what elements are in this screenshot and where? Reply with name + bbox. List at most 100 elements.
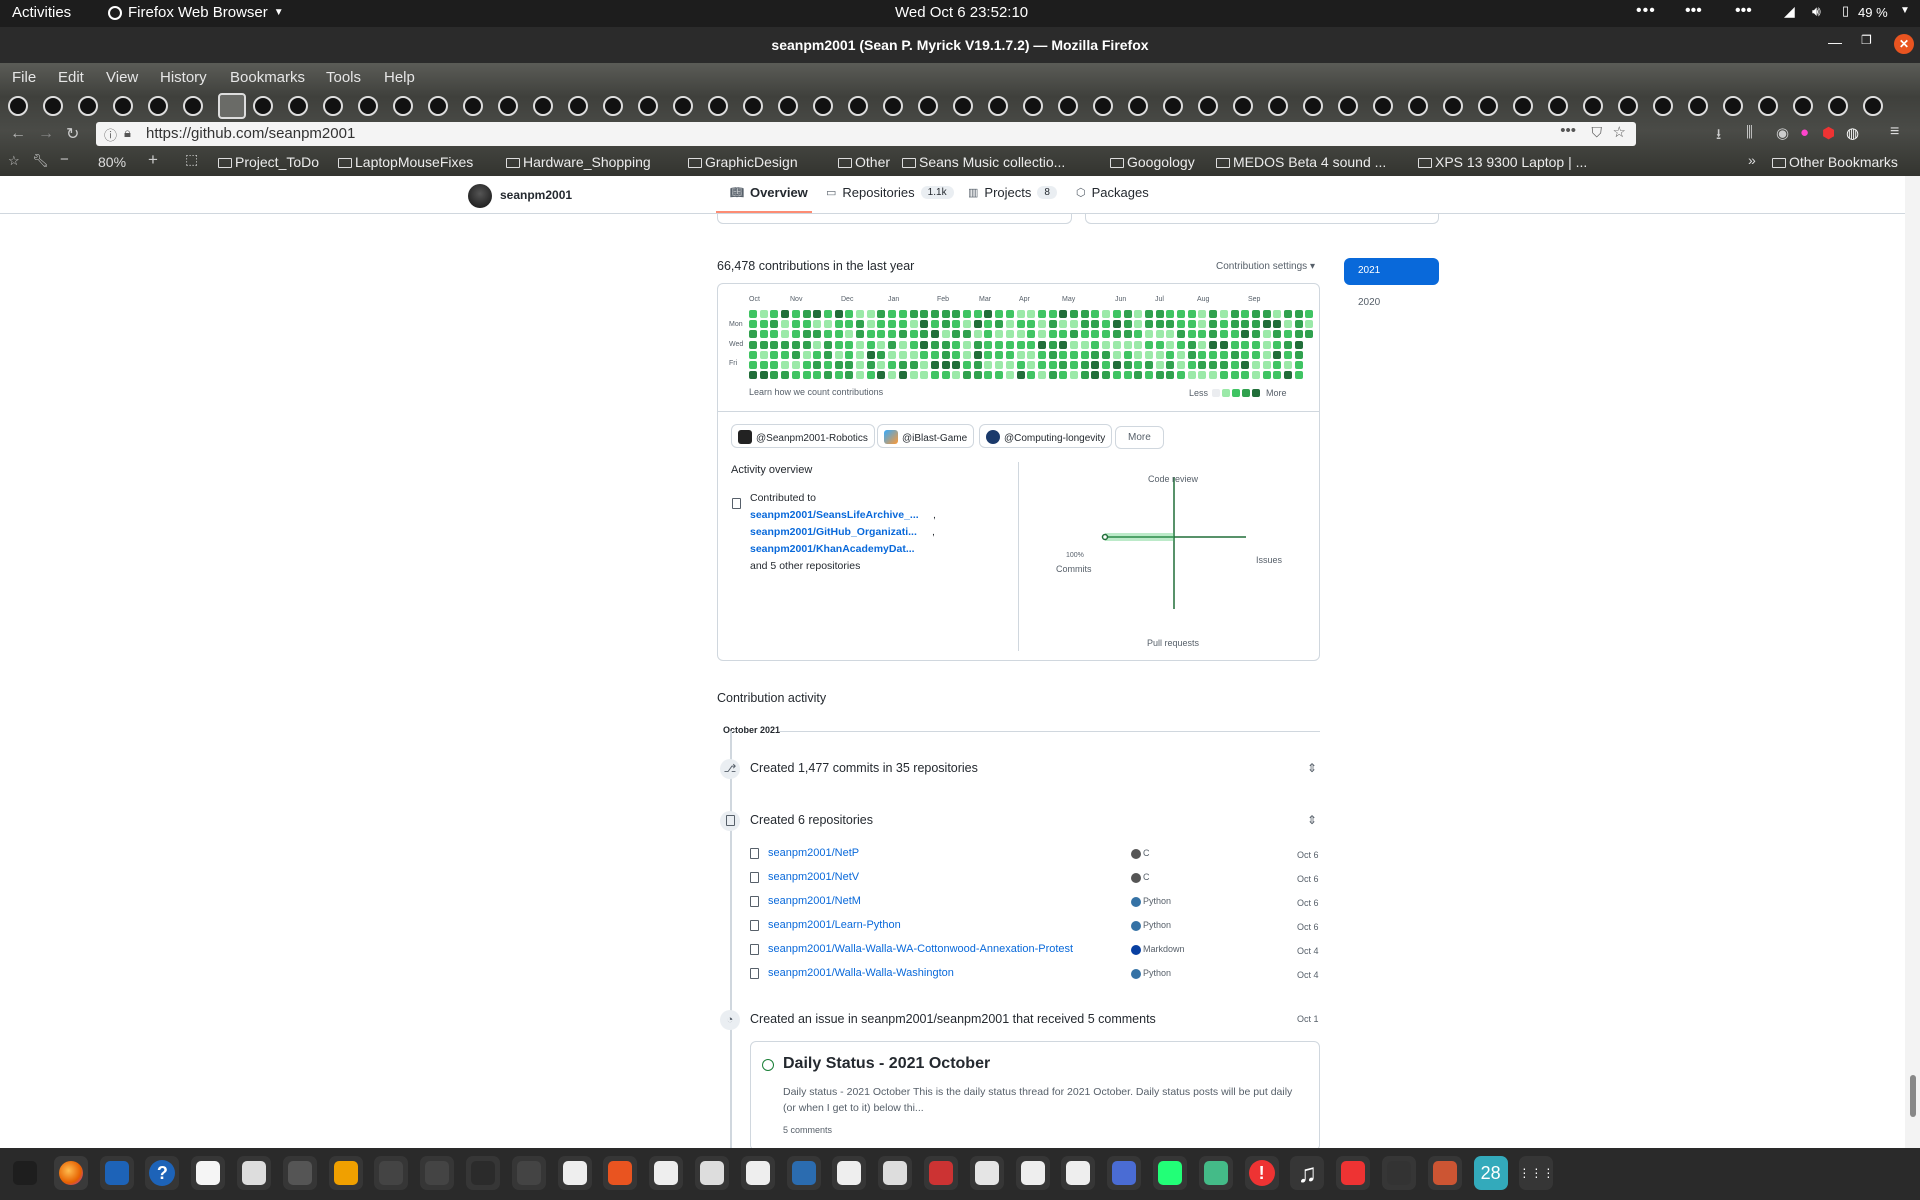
contribution-day[interactable] [941,330,950,339]
tab-github-icon[interactable] [1093,96,1113,116]
contribution-day[interactable] [1273,340,1282,349]
back-icon[interactable]: ← [10,125,26,143]
contribution-day[interactable] [1209,330,1218,339]
menu-edit[interactable]: Edit [58,69,84,86]
contribution-day[interactable] [920,340,929,349]
battery-icon[interactable]: ▯ [1842,3,1849,19]
contribution-day[interactable] [1134,320,1143,329]
contribution-day[interactable] [1027,340,1036,349]
contribution-settings[interactable]: Contribution settings ▾ [1216,261,1315,272]
contribution-day[interactable] [1080,371,1089,380]
contribution-day[interactable] [1016,310,1025,318]
orgs-more-button[interactable]: More [1115,426,1164,449]
contribution-day[interactable] [1241,371,1250,380]
contribution-day[interactable] [749,371,757,380]
contribution-day[interactable] [1155,340,1164,349]
zoom-in-icon[interactable]: + [148,150,158,170]
contribution-day[interactable] [1241,340,1250,349]
tab-github-icon[interactable] [1758,96,1778,116]
contribution-day[interactable] [845,320,854,329]
contribution-day[interactable] [1080,340,1089,349]
contribution-day[interactable] [1016,350,1025,359]
forward-icon[interactable]: → [38,125,54,143]
contribution-day[interactable] [1155,371,1164,380]
created-repo-link[interactable]: seanpm2001/Learn-Python [768,919,901,931]
tab-github-icon[interactable] [568,96,588,116]
contribution-day[interactable] [963,320,971,329]
contribution-day[interactable] [1091,361,1100,369]
contribution-day[interactable] [877,330,886,339]
contribution-day[interactable] [1144,310,1153,318]
contribution-day[interactable] [1305,330,1314,339]
tab-github-icon[interactable] [848,96,868,116]
tab-github-icon[interactable] [638,96,658,116]
contribution-day[interactable] [1080,361,1089,369]
contribution-day[interactable] [909,340,918,349]
contribution-day[interactable] [1209,320,1218,329]
contribution-day[interactable] [781,330,790,339]
contribution-day[interactable] [1241,350,1250,359]
dictionary-icon[interactable] [969,1156,1004,1190]
archive-icon[interactable] [878,1156,913,1190]
contribution-day[interactable] [1198,371,1207,380]
contribution-day[interactable] [1177,371,1185,380]
contribution-day[interactable] [984,320,993,329]
app-grid-icon[interactable]: ⋮⋮⋮ [1518,1156,1554,1190]
contribution-day[interactable] [995,371,1004,380]
contribution-day[interactable] [1112,350,1121,359]
contribution-day[interactable] [1166,371,1175,380]
contribution-day[interactable] [1059,320,1068,329]
contribution-day[interactable] [1198,340,1207,349]
contribution-day[interactable] [749,310,757,318]
contribution-day[interactable] [866,330,875,339]
contribution-day[interactable] [1219,350,1228,359]
contribution-day[interactable] [973,330,982,339]
menu-bookmarks[interactable]: Bookmarks [230,69,305,86]
tab-github-icon[interactable] [988,96,1008,116]
system-menu-icon[interactable]: ▼ [1900,5,1910,16]
contribution-day[interactable] [952,371,961,380]
contribution-day[interactable] [909,371,918,380]
help-icon[interactable]: ? [145,1156,180,1190]
tab-github-icon[interactable] [1618,96,1638,116]
contribution-day[interactable] [888,330,897,339]
contribution-day[interactable] [1273,350,1282,359]
contribution-day[interactable] [1048,330,1057,339]
contribution-day[interactable] [930,310,939,318]
bookmark-star-icon-2[interactable]: ☆ [8,153,20,169]
update-icon[interactable] [1153,1156,1187,1190]
tab-github-icon[interactable] [1548,96,1568,116]
tab-github-icon[interactable] [1163,96,1183,116]
contribution-day[interactable] [909,330,918,339]
tab-github-icon[interactable] [43,96,63,116]
created-repo-link[interactable]: seanpm2001/Walla-Walla-Washington [768,967,954,979]
contribution-day[interactable] [781,320,790,329]
contribution-day[interactable] [1230,320,1239,329]
contribution-day[interactable] [1048,350,1057,359]
contribution-day[interactable] [866,350,875,359]
contribution-day[interactable] [823,310,832,318]
screenshot-icon[interactable] [786,1156,821,1190]
contribution-day[interactable] [856,350,864,359]
contribution-day[interactable] [1209,310,1218,318]
contribution-day[interactable] [1102,320,1111,329]
bookmark-item[interactable]: Hardware_Shopping [506,154,651,170]
contribution-day[interactable] [823,371,832,380]
contribution-day[interactable] [749,361,757,369]
contribution-day[interactable] [930,320,939,329]
contribution-day[interactable] [759,310,768,318]
contribution-day[interactable] [920,320,929,329]
contribution-day[interactable] [1016,340,1025,349]
contribution-day[interactable] [1005,330,1014,339]
vim-icon[interactable] [1061,1156,1096,1190]
contribution-day[interactable] [909,310,918,318]
contribution-day[interactable] [1027,350,1036,359]
contribution-day[interactable] [984,310,993,318]
contribution-day[interactable] [1284,310,1292,318]
contribution-day[interactable] [973,340,982,349]
contribution-day[interactable] [1166,350,1175,359]
contribution-day[interactable] [770,330,779,339]
tab-github-icon[interactable] [1408,96,1428,116]
contribution-day[interactable] [856,320,864,329]
contribution-day[interactable] [1294,340,1303,349]
